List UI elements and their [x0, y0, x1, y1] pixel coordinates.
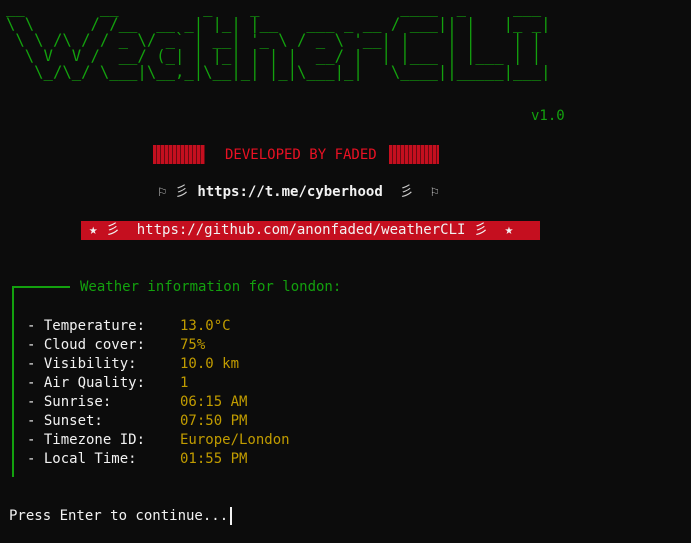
info-value: Europe/London: [180, 432, 290, 448]
github-line: ★ 彡 https://github.com/anonfaded/weather…: [81, 221, 540, 240]
list-item: - Local Time: 01:55 PM: [27, 450, 290, 469]
terminal-window: __ __ _ _ ____ _ ___ \ \ / /__ __ _| |_|…: [0, 0, 691, 543]
flag-icon: ⚐: [158, 184, 167, 200]
frame-top-line: [12, 286, 70, 288]
info-value: 10.0 km: [180, 356, 240, 372]
info-value: 75%: [180, 337, 206, 353]
info-value: 13.0°C: [180, 318, 231, 334]
flag-icon: ⚐: [430, 184, 439, 200]
github-link[interactable]: https://github.com/anonfaded/weatherCLI: [137, 222, 466, 238]
ascii-art-logo: __ __ _ _ ____ _ ___ \ \ / /__ __ _| |_|…: [6, 0, 551, 81]
telegram-link[interactable]: https://t.me/cyberhood: [197, 184, 382, 200]
info-value: 01:55 PM: [180, 451, 248, 467]
wave-icon: 彡: [473, 222, 488, 238]
info-label: - Temperature:: [27, 318, 146, 334]
wave-icon: 彡: [174, 184, 189, 200]
telegram-line: ⚐ 彡 https://t.me/cyberhood 彡 ⚐: [158, 181, 439, 201]
weather-info-list: - Temperature: 13.0°C - Cloud cover: 75%…: [27, 317, 290, 469]
frame-left-line: [12, 287, 14, 477]
wave-icon: 彡: [399, 184, 414, 200]
info-label: - Sunrise:: [27, 394, 112, 410]
list-item: - Temperature: 13.0°C: [27, 317, 290, 336]
star-icon: ★: [504, 222, 514, 238]
list-item: - Sunset: 07:50 PM: [27, 412, 290, 431]
info-value: 1: [180, 375, 189, 391]
list-item: - Sunrise: 06:15 AM: [27, 393, 290, 412]
list-item: - Air Quality: 1: [27, 374, 290, 393]
version-label: v1.0: [531, 108, 565, 124]
info-label: - Cloud cover:: [27, 337, 146, 353]
info-label: - Air Quality:: [27, 375, 146, 391]
list-item: - Timezone ID: Europe/London: [27, 431, 290, 450]
text-cursor: [230, 507, 233, 525]
developer-text: DEVELOPED BY FADED: [225, 146, 377, 163]
list-item: - Cloud cover: 75%: [27, 336, 290, 355]
info-label: - Timezone ID:: [27, 432, 146, 448]
weather-section-title: Weather information for london:: [80, 279, 342, 295]
wave-icon: 彡: [105, 222, 120, 238]
info-label: - Local Time:: [27, 451, 137, 467]
developer-banner: DEVELOPED BY FADED: [153, 145, 450, 164]
info-label: - Visibility:: [27, 356, 137, 372]
decorative-block-right: [388, 145, 439, 164]
prompt-text: Press Enter to continue...: [9, 508, 229, 524]
continue-prompt[interactable]: Press Enter to continue...: [9, 507, 233, 525]
decorative-block-left: [153, 145, 205, 164]
info-value: 07:50 PM: [180, 413, 248, 429]
info-label: - Sunset:: [27, 413, 103, 429]
star-icon: ★: [89, 222, 98, 238]
info-value: 06:15 AM: [180, 394, 248, 410]
list-item: - Visibility: 10.0 km: [27, 355, 290, 374]
